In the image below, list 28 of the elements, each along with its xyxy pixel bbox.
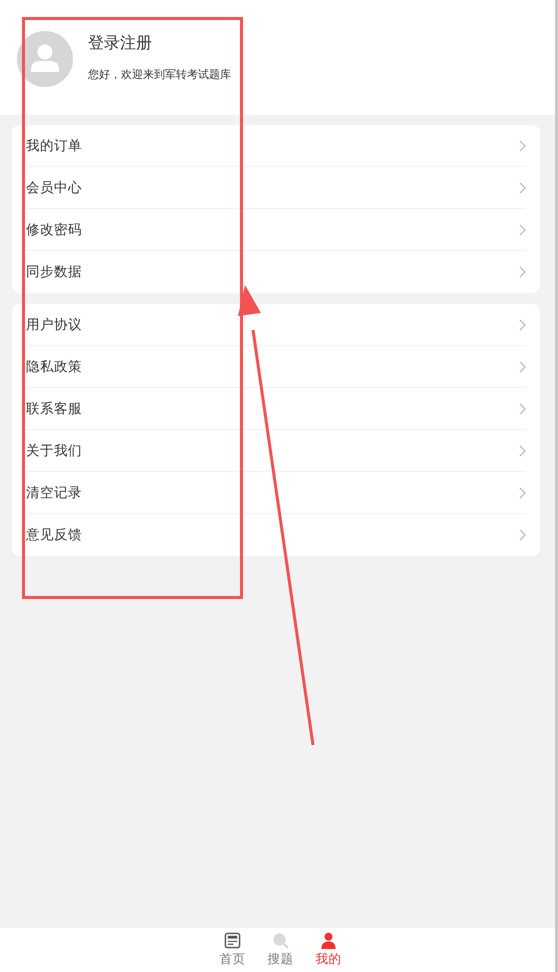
tab[interactable]: 搜题 — [264, 928, 298, 972]
menu-item[interactable]: 隐私政策 — [26, 346, 526, 388]
welcome-text: 您好，欢迎来到军转考试题库 — [88, 67, 231, 82]
login-register-link[interactable]: 登录注册 — [88, 33, 231, 53]
chevron-right-icon — [519, 266, 526, 278]
chevron-right-icon — [519, 360, 526, 372]
person-icon — [320, 932, 337, 949]
chevron-right-icon — [519, 318, 526, 330]
chevron-right-icon — [519, 486, 526, 498]
menu-item[interactable]: 我的订单 — [26, 125, 526, 167]
tab[interactable]: 我的 — [312, 928, 346, 972]
chevron-right-icon — [519, 224, 526, 236]
tab[interactable]: 首页 — [216, 928, 250, 972]
search-icon — [272, 932, 289, 949]
menu-item[interactable]: 会员中心 — [26, 167, 526, 209]
chevron-right-icon — [519, 444, 526, 456]
chevron-right-icon — [519, 140, 526, 152]
menu-item[interactable]: 意见反馈 — [26, 514, 526, 556]
avatar-icon — [17, 31, 73, 87]
chevron-right-icon — [519, 182, 526, 194]
menu-item[interactable]: 联系客服 — [26, 388, 526, 430]
newspaper-icon — [224, 932, 241, 949]
chevron-right-icon — [519, 529, 526, 541]
menu-item[interactable]: 关于我们 — [26, 430, 526, 472]
menu-item[interactable]: 清空记录 — [26, 472, 526, 514]
menu-item[interactable]: 同步数据 — [26, 251, 526, 293]
chevron-right-icon — [519, 402, 526, 414]
menu-item[interactable]: 修改密码 — [26, 209, 526, 251]
